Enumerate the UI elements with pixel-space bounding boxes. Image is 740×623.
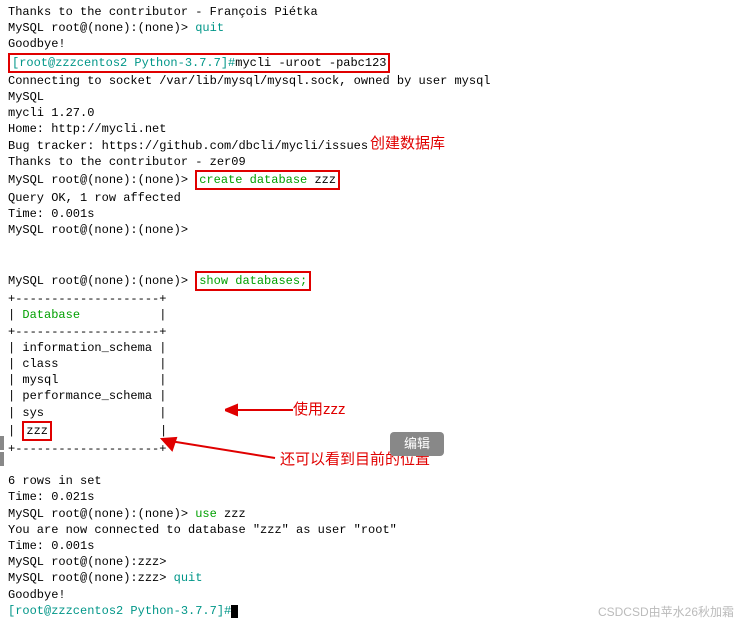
sql-arg: zzz <box>217 507 246 521</box>
table-row: | performance_schema | <box>8 388 732 404</box>
column-name: Database <box>22 308 80 322</box>
text-line: MySQL root@(none):(none)> use zzz <box>8 506 732 522</box>
text-line: MySQL root@(none):(none)> quit <box>8 20 732 36</box>
table-row: | zzz | <box>8 421 732 441</box>
annotation-create-db: 创建数据库 <box>370 134 445 154</box>
table-row: | information_schema | <box>8 340 732 356</box>
command: quit <box>174 571 203 585</box>
text-line: Query OK, 1 row affected <box>8 190 732 206</box>
text-line: You are now connected to database "zzz" … <box>8 522 732 538</box>
text-line: Time: 0.001s <box>8 206 732 222</box>
table-header: | Database | <box>8 307 732 323</box>
shell-prompt: [root@zzzcentos2 Python-3.7.7]# <box>8 604 231 618</box>
text-line: 6 rows in set <box>8 473 732 489</box>
prompt: MySQL root@(none):(none)> <box>8 507 195 521</box>
prompt: MySQL root@(none):(none)> <box>8 21 195 35</box>
terminal-output[interactable]: Thanks to the contributor - François Pié… <box>8 4 732 619</box>
sql-keyword: show databases; <box>199 274 307 288</box>
text-line: Goodbye! <box>8 36 732 52</box>
gutter-marker-icon <box>0 436 4 450</box>
sql-keyword: use <box>195 507 217 521</box>
prompt: MySQL root@(none):(none)> <box>8 274 188 288</box>
highlight-db: zzz <box>22 421 52 441</box>
blank-line <box>8 239 732 255</box>
pad: | <box>52 424 167 438</box>
annotation-use-zzz: 使用zzz <box>293 400 346 420</box>
text-line: Time: 0.021s <box>8 489 732 505</box>
text-line: MySQL root@(none):zzz> <box>8 554 732 570</box>
text-line: Thanks to the contributor - zer09 <box>8 154 732 170</box>
command: quit <box>195 21 224 35</box>
cursor-icon <box>231 605 238 618</box>
table-row: | class | <box>8 356 732 372</box>
gutter-marker-icon <box>0 452 4 466</box>
table-row: | mysql | <box>8 372 732 388</box>
text-line: MySQL <box>8 89 732 105</box>
command: mycli -uroot -pabc123 <box>235 56 386 70</box>
text-line: Thanks to the contributor - François Pié… <box>8 4 732 20</box>
table-row: | sys | <box>8 405 732 421</box>
text-line: mycli 1.27.0 <box>8 105 732 121</box>
blank-line <box>8 255 732 271</box>
sql-keyword: create database <box>199 173 307 187</box>
text-line: MySQL root@(none):(none)> show databases… <box>8 271 732 291</box>
edit-button[interactable]: 编辑 <box>390 432 444 456</box>
text-line: Time: 0.001s <box>8 538 732 554</box>
watermark: CSDCSD由苹水26秋加霜 <box>598 604 734 620</box>
text-line: Goodbye! <box>8 587 732 603</box>
text-line: Connecting to socket /var/lib/mysql/mysq… <box>8 73 732 89</box>
sql-arg: zzz <box>307 173 336 187</box>
pipe: | <box>8 424 15 438</box>
text-line: MySQL root@(none):(none)> <box>8 222 732 238</box>
text-line: MySQL root@(none):(none)> create databas… <box>8 170 732 190</box>
prompt: MySQL root@(none):(none)> <box>8 173 188 187</box>
table-sep: +--------------------+ <box>8 291 732 307</box>
text-line: MySQL root@(none):zzz> quit <box>8 570 732 586</box>
prompt: MySQL root@(none):zzz> <box>8 571 174 585</box>
shell-prompt: [root@zzzcentos2 Python-3.7.7]# <box>12 56 235 70</box>
table-sep: +--------------------+ <box>8 324 732 340</box>
text-line: [root@zzzcentos2 Python-3.7.7]#mycli -ur… <box>8 53 732 73</box>
